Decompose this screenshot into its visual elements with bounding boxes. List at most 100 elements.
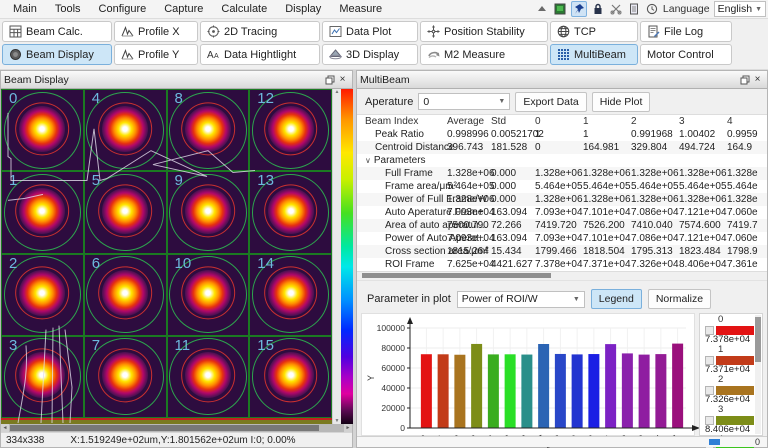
beam-cell-14[interactable]: 14	[249, 254, 332, 336]
table-row[interactable]: Area of auto aperatur...7500.79072.26674…	[357, 219, 767, 232]
3d-display-button[interactable]: 3D Display	[322, 44, 418, 65]
beam-display-body: 0481215913261014371115	[1, 89, 352, 424]
scroll-left-arrow[interactable]: ◄	[1, 424, 9, 432]
multibeam-button[interactable]: MultiBeam	[550, 44, 638, 65]
menu-item-capture[interactable]: Capture	[155, 3, 212, 15]
table-row[interactable]: ∨Parameters	[357, 154, 767, 167]
menu-item-calculate[interactable]: Calculate	[212, 3, 276, 15]
table-row[interactable]: Centroid Distance396.743181.5280164.9813…	[357, 141, 767, 154]
data-plot-button[interactable]: Data Plot	[322, 21, 418, 42]
beam-cell-6[interactable]: 6	[84, 254, 167, 336]
vertical-scrollbar[interactable]: ▲▼	[332, 89, 341, 424]
export-data-button[interactable]: Export Data	[515, 92, 586, 112]
motor-control-button[interactable]: Motor Control	[640, 44, 732, 65]
m2-measure-button[interactable]: M2 Measure	[420, 44, 548, 65]
beam-cell-9[interactable]: 9	[167, 171, 250, 253]
cell-value: 7.625e+04	[447, 258, 491, 271]
tracing-icon	[207, 25, 220, 38]
beam-spot	[102, 270, 148, 316]
column-header: 1	[583, 115, 631, 128]
table-row[interactable]: Peak Ratio0.9989960.00521702110.9919681.…	[357, 128, 767, 141]
beam-cell-15[interactable]: 15	[249, 336, 332, 418]
beam-cell-10[interactable]: 10	[167, 254, 250, 336]
2d-tracing-button[interactable]: 2D Tracing	[200, 21, 320, 42]
float-panel-icon[interactable]	[738, 74, 751, 86]
clock-icon[interactable]	[645, 2, 659, 16]
legend-button[interactable]: Legend	[591, 289, 642, 309]
calculator-icon	[9, 25, 22, 38]
beam-index-label: 12	[257, 90, 274, 107]
close-icon[interactable]: ×	[751, 74, 764, 86]
cell-value: 7.086e+04	[631, 232, 679, 245]
horizontal-scrollbar[interactable]: ◄ ►	[1, 424, 352, 432]
collapse-toolbar-icon[interactable]	[535, 2, 549, 16]
menu-item-measure[interactable]: Measure	[330, 3, 391, 15]
close-icon[interactable]: ×	[336, 74, 349, 86]
beam-cell-0[interactable]: 0	[1, 89, 84, 171]
position-stability-button[interactable]: Position Stability	[420, 21, 548, 42]
beam-cell-8[interactable]: 8	[167, 89, 250, 171]
table-row[interactable]: Full Frame1.328e+060.0001.328e+061.328e+…	[357, 167, 767, 180]
aperture-select[interactable]: 0▼	[418, 93, 510, 110]
hide-plot-button[interactable]: Hide Plot	[592, 92, 651, 112]
tcp-button[interactable]: TCP	[550, 21, 638, 42]
beam-cell-5[interactable]: 5	[84, 171, 167, 253]
scissors-icon[interactable]	[609, 2, 623, 16]
profile-x-icon	[121, 25, 134, 38]
scroll-thumb[interactable]	[709, 439, 720, 445]
legend-value: 8.406e+04	[705, 425, 754, 435]
table-row[interactable]: Power of Full Frame/W1.328e+060.0001.328…	[357, 193, 767, 206]
svg-text:20000: 20000	[381, 403, 405, 413]
beam-cell-2[interactable]: 2	[1, 254, 84, 336]
table-row[interactable]: Auto Aperature Frame7.093e+04163.0947.09…	[357, 206, 767, 219]
beam-cell-1[interactable]: 1	[1, 171, 84, 253]
cell-value: 1795.313	[631, 245, 679, 258]
menu-item-configure[interactable]: Configure	[90, 3, 156, 15]
panel-title: MultiBeam	[360, 74, 738, 86]
cell-value: 0.9959	[727, 128, 767, 141]
beam-cell-4[interactable]: 4	[84, 89, 167, 171]
pin-icon[interactable]	[571, 1, 587, 17]
data-highlight-icon: AA	[207, 48, 220, 61]
monitor-icon[interactable]	[553, 2, 567, 16]
scroll-thumb[interactable]	[10, 425, 319, 431]
table-row[interactable]: Power of Auto Aperat...7.093e+04163.0947…	[357, 232, 767, 245]
scroll-right-arrow[interactable]: ►	[344, 424, 352, 432]
cell-value: 5.464e+05	[631, 180, 679, 193]
bottom-scrollbar[interactable]: 0	[357, 436, 767, 447]
collapse-caret-icon[interactable]: ∨	[365, 156, 374, 165]
menu-item-display[interactable]: Display	[276, 3, 330, 15]
cell-value: 1	[535, 128, 583, 141]
data-hightlight-button[interactable]: AAData Hightlight	[200, 44, 320, 65]
legend-scrollbar[interactable]	[755, 315, 761, 434]
beam-display-panel: Beam Display × 0481215913261014371115	[0, 70, 353, 448]
file-log-button[interactable]: File Log	[640, 21, 732, 42]
menu-item-tools[interactable]: Tools	[46, 3, 90, 15]
beam-calc--button[interactable]: Beam Calc.	[2, 21, 112, 42]
scroll-thumb[interactable]	[362, 273, 551, 278]
profile-x-button[interactable]: Profile X	[114, 21, 198, 42]
lock-icon[interactable]	[591, 2, 605, 16]
beam-image[interactable]: 0481215913261014371115	[1, 89, 332, 424]
bar-2	[454, 355, 465, 428]
table-row[interactable]: Cross section area/μm²1815.26415.4341799…	[357, 245, 767, 258]
table-horizontal-scrollbar[interactable]	[357, 272, 767, 281]
beam-spot	[185, 270, 231, 316]
table-row[interactable]: ROI Frame7.625e+044421.6277.378e+047.371…	[357, 258, 767, 271]
menu-item-main[interactable]: Main	[4, 3, 46, 15]
parameter-select[interactable]: Power of ROI/W▼	[457, 291, 585, 308]
beam-cell-3[interactable]: 3	[1, 336, 84, 418]
beam-cell-7[interactable]: 7	[84, 336, 167, 418]
float-panel-icon[interactable]	[323, 74, 336, 86]
beam-display-button[interactable]: Beam Display	[2, 44, 112, 65]
profile-y-button[interactable]: Profile Y	[114, 44, 198, 65]
scroll-thumb[interactable]	[755, 317, 761, 362]
language-select[interactable]: English▼	[714, 1, 766, 17]
table-row[interactable]: Frame area/μm²5.464e+050.0005.464e+055.4…	[357, 180, 767, 193]
normalize-button[interactable]: Normalize	[648, 289, 711, 309]
file-icon[interactable]	[627, 2, 641, 16]
beam-cell-11[interactable]: 11	[167, 336, 250, 418]
chart-row: 0123456789101112131415020000400006000080…	[357, 311, 767, 436]
beam-cell-12[interactable]: 12	[249, 89, 332, 171]
beam-cell-13[interactable]: 13	[249, 171, 332, 253]
